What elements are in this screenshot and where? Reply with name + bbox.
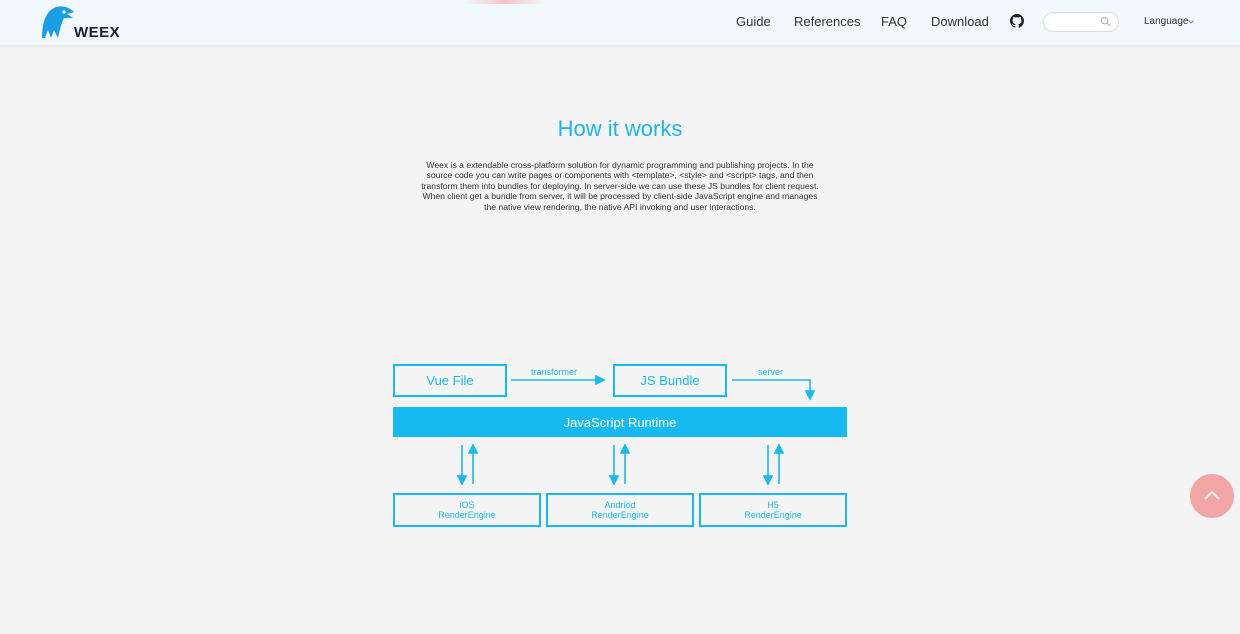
server-arrow xyxy=(732,379,811,393)
server-label: server xyxy=(758,367,784,377)
engine-type: RenderEngine xyxy=(591,510,649,520)
engine-name: H5 xyxy=(767,500,779,510)
transformer-arrowhead xyxy=(595,374,606,386)
android-renderengine-box: Andriod RenderEngine xyxy=(546,493,694,527)
server-arrowhead xyxy=(804,390,816,401)
vue-file-box: Vue File xyxy=(393,364,507,397)
runtime-label: JavaScript Runtime xyxy=(563,414,677,430)
engine-type: RenderEngine xyxy=(744,510,802,520)
ios-renderengine-box: iOS RenderEngine xyxy=(393,493,541,527)
transformer-label: transformer xyxy=(531,367,578,377)
engine-name: Andriod xyxy=(604,500,636,510)
javascript-runtime-bar: JavaScript Runtime xyxy=(393,407,847,437)
h5-renderengine-box: H5 RenderEngine xyxy=(699,493,847,527)
engine-name: iOS xyxy=(459,500,475,510)
engine-type: RenderEngine xyxy=(438,510,496,520)
js-bundle-label: JS Bundle xyxy=(640,373,700,388)
back-to-top-button[interactable] xyxy=(1190,474,1234,518)
chevron-up-icon xyxy=(1204,490,1220,500)
diagram-arrows xyxy=(456,374,816,486)
js-bundle-box: JS Bundle xyxy=(613,364,727,397)
vue-file-label: Vue File xyxy=(426,373,474,388)
